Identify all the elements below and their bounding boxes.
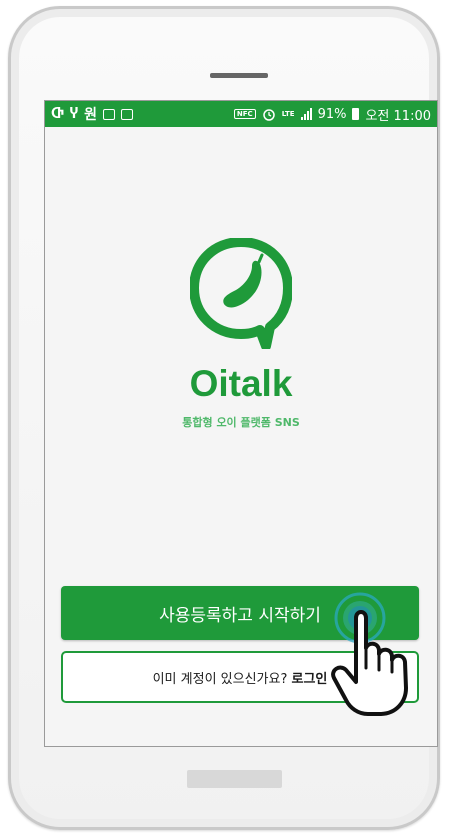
app-name: Oitalk [189, 363, 293, 404]
status-app-icon-3: 원 [84, 107, 97, 123]
login-link[interactable]: 로그인 [292, 672, 328, 687]
home-button[interactable] [187, 770, 282, 788]
battery-icon [352, 108, 360, 120]
login-prompt: 이미 계정이 있으신가요? [152, 671, 288, 687]
status-bar-left: Ⴇ Ⴤ 원 [51, 104, 133, 124]
app-logo-icon [190, 238, 292, 349]
status-time: 오전 11:00 [365, 108, 431, 124]
status-app-icon-1: Ⴇ [51, 106, 64, 122]
phone-speaker [210, 73, 268, 78]
lte-icon: LTE [281, 109, 295, 118]
status-bar-right: NFC LTE 91% 오전 11:00 [233, 105, 431, 124]
signal-icon [300, 108, 312, 120]
tap-hand-icon [331, 592, 408, 716]
alarm-icon [262, 109, 275, 121]
status-bar: Ⴇ Ⴤ 원 NFC LTE 91% 오전 11:00 [45, 101, 437, 127]
clipboard-icon [121, 108, 133, 120]
nfc-icon: NFC [233, 109, 256, 119]
battery-percent: 91% [317, 106, 347, 122]
app-subtitle: 통합형 오이 플랫폼 SNS [182, 416, 300, 429]
status-app-icon-2: Ⴤ [69, 106, 79, 122]
gallery-icon [103, 108, 115, 120]
